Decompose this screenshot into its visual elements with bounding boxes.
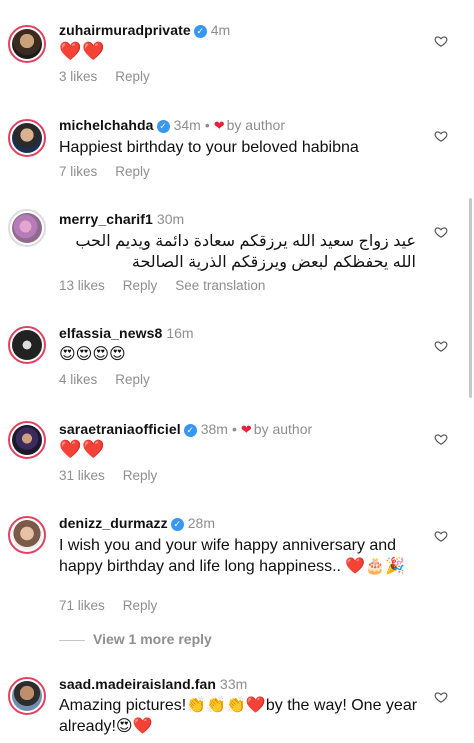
avatar[interactable] xyxy=(8,25,46,63)
verified-badge-icon: ✓ xyxy=(193,25,207,38)
heart-outline-icon[interactable] xyxy=(434,225,448,239)
avatar[interactable] xyxy=(8,119,46,157)
timestamp: 16m xyxy=(166,325,194,341)
liked-by-author: ❤ by author xyxy=(241,421,312,437)
comment-meta: 13 likes Reply See translation xyxy=(59,278,434,293)
comment-text: عيد زواج سعيد الله يرزقكم سعادة دائمة وي… xyxy=(75,233,416,271)
timestamp: 34m xyxy=(173,117,201,133)
likes-count[interactable]: 31 likes xyxy=(59,468,105,483)
separator-dot: • xyxy=(231,421,237,437)
heart-outline-icon[interactable] xyxy=(434,690,448,704)
heart-filled-icon: ❤ xyxy=(240,422,252,437)
by-author-label: by author xyxy=(226,117,285,133)
comment-meta: 4 likes Reply xyxy=(59,372,434,387)
scrollbar[interactable] xyxy=(469,198,472,398)
likes-count[interactable]: 7 likes xyxy=(59,164,97,179)
reply-button[interactable]: Reply xyxy=(115,69,150,84)
comment-text: Amazing pictures!👏👏👏❤️by the way! One ye… xyxy=(59,697,418,735)
view-replies-label: View 1 more reply xyxy=(93,631,212,647)
timestamp: 4m xyxy=(210,22,231,38)
username[interactable]: saraetraniaofficiel xyxy=(59,421,181,437)
avatar[interactable] xyxy=(8,677,46,715)
reply-button[interactable]: Reply xyxy=(123,598,158,613)
see-translation-button[interactable]: See translation xyxy=(175,278,265,293)
comment-text: ❤️❤️ xyxy=(59,41,106,61)
liked-by-author: ❤ by author xyxy=(214,117,285,133)
avatar[interactable] xyxy=(8,326,46,364)
username[interactable]: merry_charif1 xyxy=(59,211,153,227)
reply-button[interactable]: Reply xyxy=(123,468,158,483)
comment-header: saad.madeiraisland.fan 33m xyxy=(59,676,434,694)
avatar[interactable] xyxy=(8,209,46,247)
heart-outline-icon[interactable] xyxy=(434,529,448,543)
comment-header: merry_charif1 30m xyxy=(59,211,434,229)
comment-text: Happiest birthday to your beloved habibn… xyxy=(59,139,359,156)
comment-header: saraetraniaofficiel ✓ 38m • ❤ by author xyxy=(59,421,434,439)
verified-badge-icon: ✓ xyxy=(170,518,184,531)
by-author-label: by author xyxy=(253,421,313,437)
timestamp: 38m xyxy=(200,421,228,437)
heart-outline-icon[interactable] xyxy=(434,432,448,446)
separator-dot: • xyxy=(204,117,210,133)
likes-count[interactable]: 71 likes xyxy=(59,598,105,613)
comment-header: zuhairmuradprivate ✓ 4m xyxy=(59,22,434,40)
heart-filled-icon: ❤ xyxy=(213,118,225,133)
heart-outline-icon[interactable] xyxy=(434,34,448,48)
comment-header: denizz_durmazz ✓ 28m xyxy=(59,515,434,533)
heart-outline-icon[interactable] xyxy=(434,129,448,143)
verified-badge-icon: ✓ xyxy=(183,424,197,437)
comment-text: ❤️❤️ xyxy=(59,439,106,459)
comment-meta: 3 likes Reply xyxy=(59,69,434,84)
reply-button[interactable]: Reply xyxy=(115,164,150,179)
verified-badge-icon: ✓ xyxy=(156,120,170,133)
reply-button[interactable]: Reply xyxy=(115,372,150,387)
comment-text: 😍😍😍😍 xyxy=(59,346,126,363)
comment-text: I wish you and your wife happy anniversa… xyxy=(59,537,406,575)
timestamp: 33m xyxy=(220,676,248,692)
comment-header: elfassia_news8 16m xyxy=(59,325,434,343)
comment-meta: 7 likes Reply xyxy=(59,164,434,179)
timestamp: 28m xyxy=(187,515,215,531)
likes-count[interactable]: 3 likes xyxy=(59,69,97,84)
avatar[interactable] xyxy=(8,516,46,554)
username[interactable]: saad.madeiraisland.fan xyxy=(59,676,216,692)
view-replies-button[interactable]: View 1 more reply xyxy=(59,631,212,647)
comment-meta: 71 likes Reply xyxy=(59,598,434,613)
username[interactable]: elfassia_news8 xyxy=(59,325,162,341)
heart-outline-icon[interactable] xyxy=(434,339,448,353)
reply-thread-line xyxy=(59,639,85,641)
reply-button[interactable]: Reply xyxy=(123,278,158,293)
comment-header: michelchahda ✓ 34m • ❤ by author xyxy=(59,117,434,135)
likes-count[interactable]: 13 likes xyxy=(59,278,105,293)
username[interactable]: michelchahda xyxy=(59,117,154,133)
avatar[interactable] xyxy=(8,421,46,459)
likes-count[interactable]: 4 likes xyxy=(59,372,97,387)
username[interactable]: denizz_durmazz xyxy=(59,515,168,531)
username[interactable]: zuhairmuradprivate xyxy=(59,22,191,38)
comment-meta: 31 likes Reply xyxy=(59,468,434,483)
timestamp: 30m xyxy=(156,211,185,227)
